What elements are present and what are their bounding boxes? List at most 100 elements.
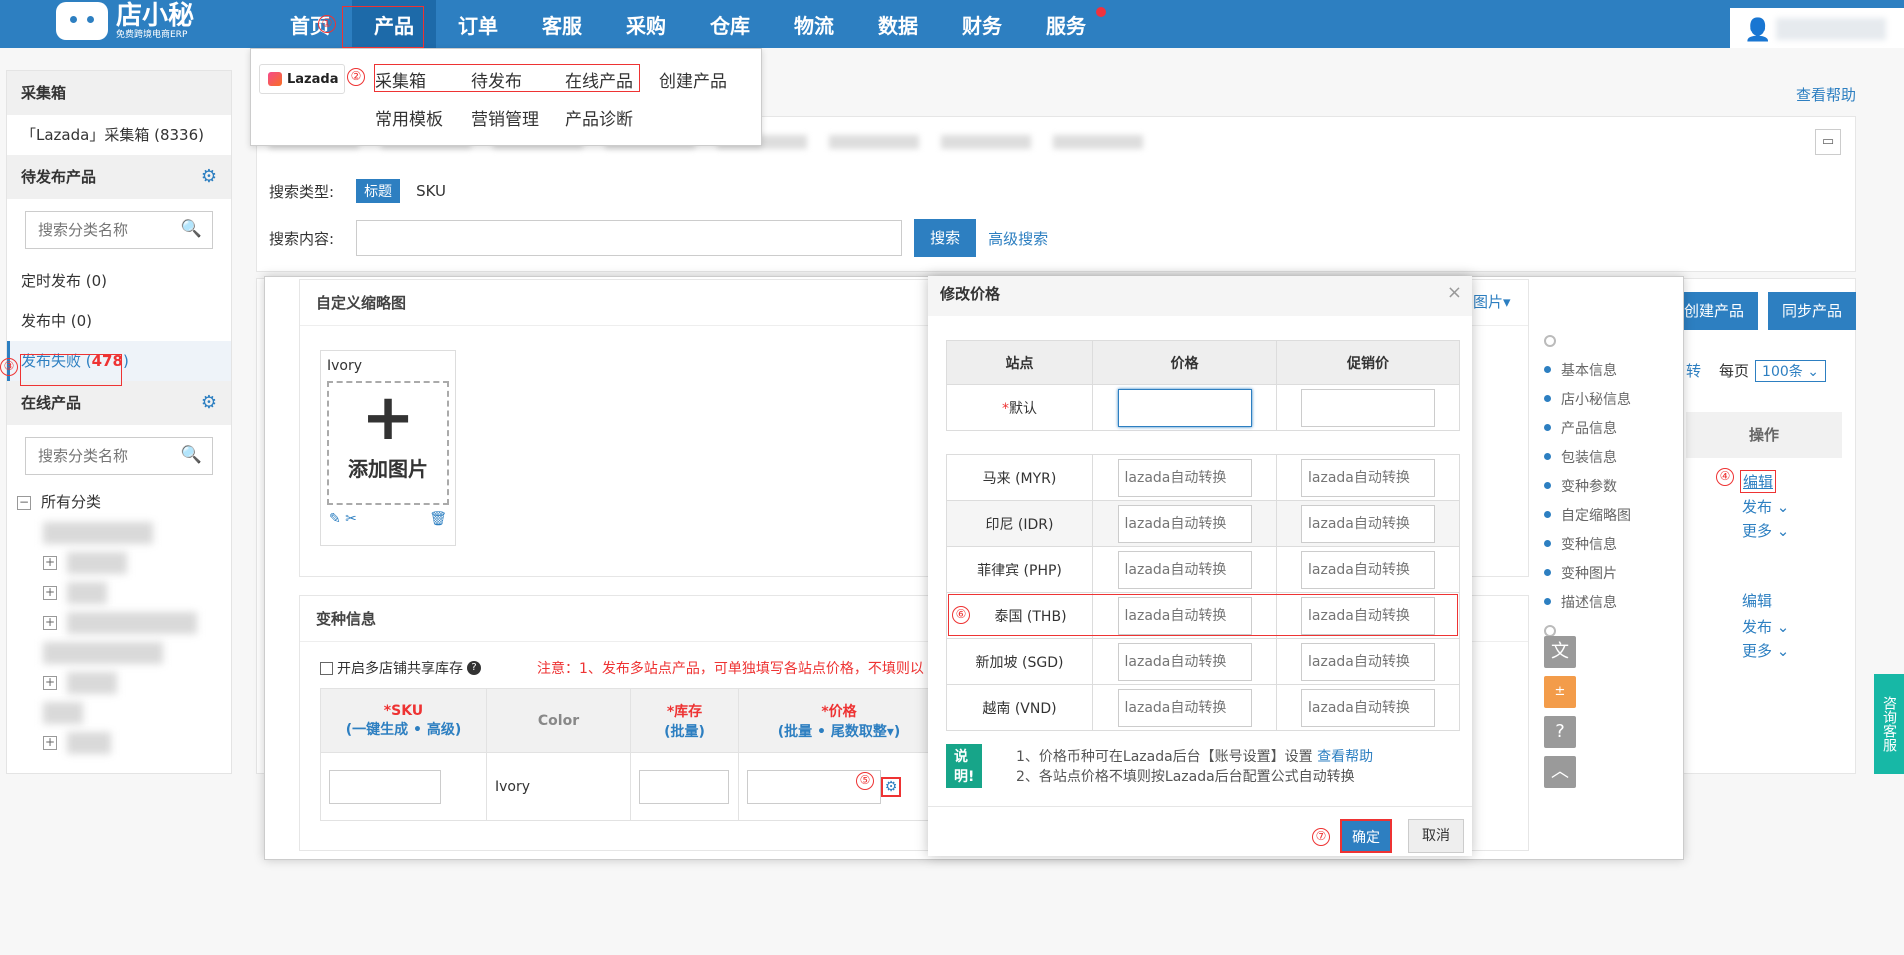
- advanced-search-link[interactable]: 高级搜索: [988, 228, 1048, 249]
- expand-icon[interactable]: +: [43, 585, 57, 600]
- transfer-partial[interactable]: 转: [1686, 362, 1701, 380]
- search-type-title[interactable]: 标题: [356, 179, 401, 203]
- tree-item[interactable]: +: [17, 667, 231, 697]
- sidebar-item-lazada-collect[interactable]: 「Lazada」采集箱 (8336): [7, 115, 231, 155]
- step-description[interactable]: 描述信息: [1544, 587, 1664, 616]
- sku-generate-link[interactable]: 一键生成: [352, 722, 408, 738]
- per-page-select[interactable]: 100条 ⌄: [1755, 360, 1826, 382]
- step-thumbnail[interactable]: 自定缩略图: [1544, 500, 1664, 529]
- menu-create-product[interactable]: 创建产品: [659, 67, 727, 92]
- tree-item[interactable]: +: [17, 607, 231, 637]
- note-help-link[interactable]: 查看帮助: [1317, 749, 1373, 765]
- tree-item[interactable]: [17, 517, 231, 547]
- sku-input[interactable]: [329, 769, 441, 804]
- nav-home[interactable]: 首页: [268, 0, 352, 48]
- step-basic[interactable]: 基本信息: [1544, 355, 1664, 384]
- help-link[interactable]: 查看帮助: [1796, 84, 1856, 105]
- publish-dropdown-1[interactable]: 发布 ⌄: [1742, 496, 1789, 517]
- more-dropdown-2[interactable]: 更多 ⌄: [1742, 640, 1789, 661]
- step-variant-info[interactable]: 变种信息: [1544, 529, 1664, 558]
- menu-templates[interactable]: 常用模板: [375, 105, 443, 130]
- price-settings-icon[interactable]: ⚙: [881, 776, 901, 797]
- nav-warehouse[interactable]: 仓库: [688, 0, 772, 48]
- user-menu[interactable]: 👤: [1730, 8, 1904, 48]
- default-price-input[interactable]: [1117, 388, 1252, 427]
- translate-icon[interactable]: 文: [1544, 636, 1576, 668]
- cancel-button[interactable]: 取消: [1408, 819, 1464, 853]
- site-promo-input[interactable]: [1301, 550, 1435, 589]
- nav-logistics[interactable]: 物流: [772, 0, 856, 48]
- site-price-input[interactable]: [1117, 504, 1252, 543]
- step-variant-params[interactable]: 变种参数: [1544, 471, 1664, 500]
- expand-icon[interactable]: +: [43, 735, 57, 750]
- edit-link-2[interactable]: 编辑: [1742, 590, 1772, 611]
- site-promo-input[interactable]: [1301, 504, 1435, 543]
- nav-order[interactable]: 订单: [436, 0, 520, 48]
- menu-marketing[interactable]: 营销管理: [471, 105, 539, 130]
- site-price-input[interactable]: [1117, 688, 1252, 727]
- stock-input[interactable]: [639, 769, 729, 804]
- brand-logo[interactable]: 店小秘 免费跨境电商ERP: [56, 0, 194, 42]
- tree-root[interactable]: − 所有分类: [17, 487, 231, 517]
- back-to-top-icon[interactable]: ︿: [1544, 756, 1576, 788]
- site-promo-input[interactable]: [1301, 642, 1435, 681]
- gear-icon[interactable]: ⚙: [201, 155, 217, 199]
- price-round-link[interactable]: 尾数取整: [831, 724, 887, 740]
- search-icon[interactable]: 🔍: [181, 219, 202, 239]
- customer-service-float[interactable]: 咨询客服: [1874, 674, 1904, 774]
- menu-diagnosis[interactable]: 产品诊断: [565, 105, 633, 130]
- sync-product-button[interactable]: 同步产品: [1768, 292, 1857, 330]
- lazada-platform-badge[interactable]: Lazada: [259, 64, 345, 94]
- nav-data[interactable]: 数据: [856, 0, 940, 48]
- default-promo-input[interactable]: [1301, 388, 1435, 427]
- nav-services[interactable]: 服务: [1024, 0, 1108, 48]
- trash-icon[interactable]: 🗑: [429, 511, 447, 531]
- site-price-input[interactable]: [1117, 550, 1252, 589]
- sku-advanced-link[interactable]: 高级: [427, 722, 455, 738]
- share-stock-checkbox[interactable]: [320, 661, 333, 675]
- nav-finance[interactable]: 财务: [940, 0, 1024, 48]
- help-icon[interactable]: ?: [467, 661, 481, 675]
- image-dropdown[interactable]: 图片▾: [1473, 291, 1511, 312]
- sidebar-item-publishing[interactable]: 发布中 (0): [7, 301, 231, 341]
- magic-wand-icon[interactable]: ✎ ✂: [329, 511, 357, 531]
- expand-icon[interactable]: +: [43, 675, 57, 690]
- expand-icon[interactable]: +: [43, 555, 57, 570]
- help-circle-icon[interactable]: ?: [1544, 716, 1576, 748]
- step-product[interactable]: 产品信息: [1544, 413, 1664, 442]
- tree-item[interactable]: +: [17, 727, 231, 757]
- price-batch-link[interactable]: 批量: [784, 724, 812, 740]
- sidebar-item-scheduled[interactable]: 定时发布 (0): [7, 261, 231, 301]
- tree-item[interactable]: +: [17, 547, 231, 577]
- nav-service[interactable]: 客服: [520, 0, 604, 48]
- search-icon[interactable]: 🔍: [181, 445, 202, 465]
- tree-item[interactable]: [17, 697, 231, 727]
- more-dropdown-1[interactable]: 更多 ⌄: [1742, 520, 1789, 541]
- nav-purchase[interactable]: 采购: [604, 0, 688, 48]
- site-price-input[interactable]: [1117, 458, 1252, 497]
- site-promo-input[interactable]: [1301, 458, 1435, 497]
- step-dxm[interactable]: 店小秘信息: [1544, 384, 1664, 413]
- site-promo-input[interactable]: [1301, 688, 1435, 727]
- search-button[interactable]: 搜索: [914, 219, 977, 257]
- expand-icon[interactable]: +: [43, 615, 57, 630]
- close-icon[interactable]: ×: [1447, 282, 1462, 303]
- edit-link-1[interactable]: 编辑: [1740, 470, 1777, 493]
- search-type-sku[interactable]: SKU: [416, 182, 446, 200]
- step-variant-images[interactable]: 变种图片: [1544, 558, 1664, 587]
- publish-dropdown-2[interactable]: 发布 ⌄: [1742, 616, 1789, 637]
- tree-item[interactable]: [17, 637, 231, 667]
- stock-batch-link[interactable]: 批量: [671, 724, 699, 740]
- online-category-search-input[interactable]: [26, 438, 176, 474]
- tree-item[interactable]: +: [17, 577, 231, 607]
- calculator-icon[interactable]: ±: [1544, 676, 1576, 708]
- gear-icon[interactable]: ⚙: [201, 381, 217, 425]
- step-package[interactable]: 包装信息: [1544, 442, 1664, 471]
- add-image-area[interactable]: + 添加图片: [327, 381, 449, 505]
- category-search-input[interactable]: [26, 212, 176, 248]
- collapse-icon[interactable]: −: [17, 495, 31, 510]
- confirm-button[interactable]: 确定: [1340, 819, 1392, 853]
- collapse-panel-icon[interactable]: ▭: [1815, 129, 1841, 155]
- site-price-input[interactable]: [1117, 642, 1252, 681]
- search-content-input[interactable]: [356, 220, 903, 256]
